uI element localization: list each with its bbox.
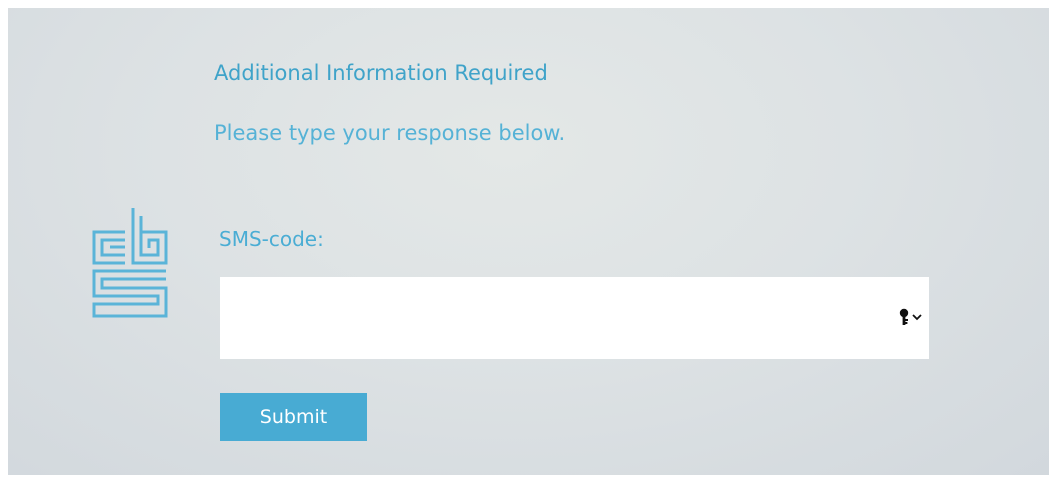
key-icon xyxy=(899,308,909,325)
submit-button[interactable]: Submit xyxy=(220,393,367,441)
instruction-text: Please type your response below. xyxy=(214,121,566,145)
cbs-logo-icon xyxy=(92,208,168,318)
sms-code-input[interactable] xyxy=(220,277,929,359)
sms-code-label: SMS-code: xyxy=(219,227,324,251)
chevron-down-icon xyxy=(912,314,922,321)
login-panel: Additional Information Required Please t… xyxy=(8,8,1049,475)
page-title: Additional Information Required xyxy=(214,61,548,85)
password-manager-button[interactable] xyxy=(899,306,925,328)
